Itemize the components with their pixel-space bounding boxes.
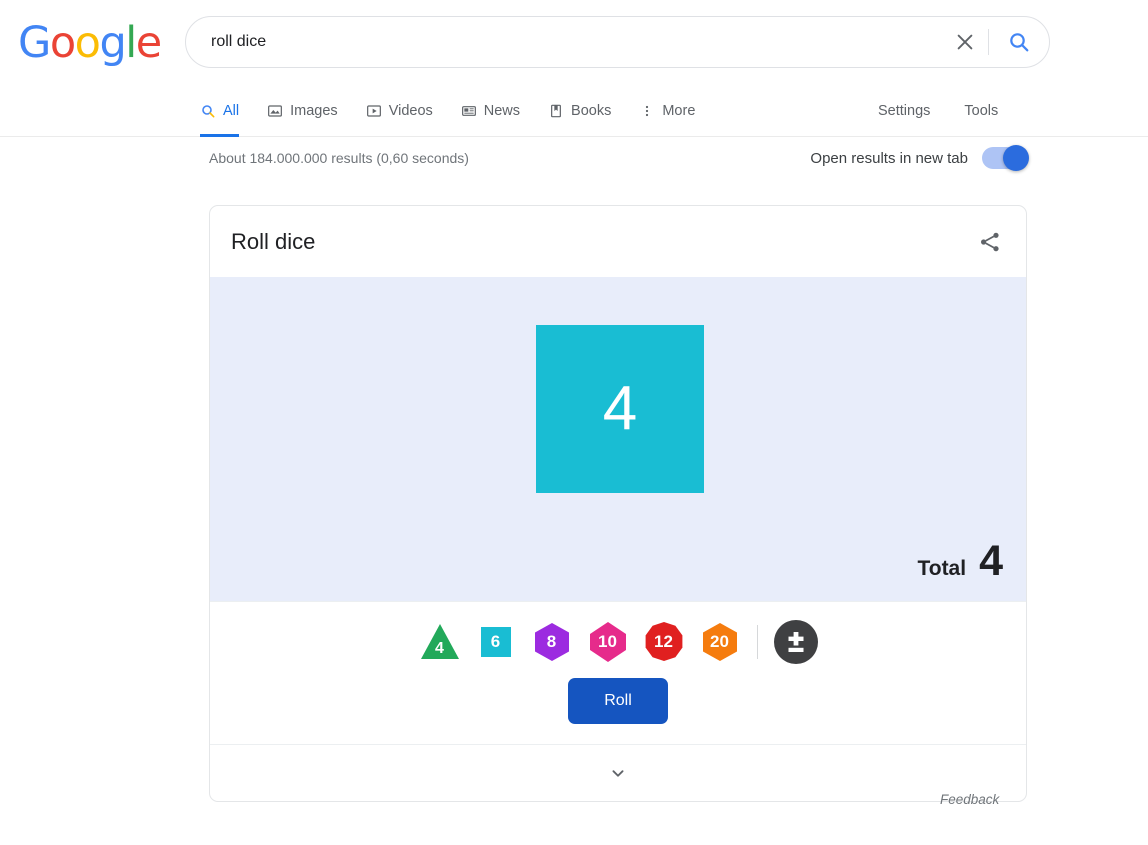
picker-divider	[757, 625, 758, 659]
logo-letter: g	[99, 18, 125, 68]
settings-button[interactable]: Settings	[878, 103, 930, 119]
dice-option-d12[interactable]: 12	[643, 621, 685, 663]
total-display: Total 4	[917, 540, 1003, 583]
dice-option-label: 12	[654, 632, 673, 652]
feedback-link[interactable]: Feedback	[940, 792, 999, 807]
dice-stage: 4 Total 4	[210, 277, 1026, 601]
roll-button-row: Roll	[210, 678, 1026, 724]
results-info-bar: About 184.000.000 results (0,60 seconds)…	[0, 137, 1148, 183]
google-logo[interactable]: Google	[18, 20, 161, 66]
search-nav-bar: All Images Videos	[0, 85, 1148, 137]
search-submit-button[interactable]	[989, 19, 1049, 65]
open-in-new-tab-setting: Open results in new tab	[810, 147, 1028, 169]
search-bar	[185, 16, 1050, 68]
tools-button[interactable]: Tools	[964, 103, 998, 119]
dice-controls: 4 6 8 10	[210, 601, 1026, 744]
logo-letter: o	[75, 18, 100, 68]
tab-label: Videos	[389, 103, 433, 119]
dice-option-d4[interactable]: 4	[419, 621, 461, 663]
tab-books[interactable]: Books	[534, 85, 625, 137]
dice-option-label: 10	[598, 632, 617, 652]
share-button[interactable]	[978, 230, 1002, 254]
rolled-die[interactable]: 4	[536, 325, 704, 493]
search-icon	[1007, 30, 1031, 54]
total-label: Total	[917, 557, 966, 581]
dice-roller-card: Roll dice 4 Total 4 4	[209, 205, 1027, 802]
roll-button[interactable]: Roll	[568, 678, 668, 724]
tab-label: More	[662, 103, 695, 119]
expand-card-button[interactable]	[210, 744, 1026, 801]
open-in-new-tab-label: Open results in new tab	[810, 150, 968, 167]
logo-letter: G	[18, 18, 50, 68]
tab-label: Books	[571, 103, 611, 119]
dice-option-label: 6	[491, 632, 500, 652]
logo-letter: e	[136, 18, 161, 68]
open-in-new-tab-toggle[interactable]	[982, 147, 1028, 169]
tab-label: Images	[290, 103, 338, 119]
dice-option-d8[interactable]: 8	[531, 621, 573, 663]
share-icon	[978, 230, 1002, 254]
tab-all[interactable]: All	[200, 85, 253, 137]
more-vertical-icon	[639, 103, 655, 119]
search-icon	[200, 103, 216, 119]
chevron-down-icon	[607, 762, 629, 784]
nav-right-actions: Settings Tools	[878, 85, 998, 137]
dice-option-d20[interactable]: 20	[699, 621, 741, 663]
page-title: Roll dice	[231, 229, 315, 255]
dice-type-picker: 4 6 8 10	[210, 616, 1026, 668]
logo-letter: l	[125, 18, 135, 68]
rolled-die-value: 4	[603, 378, 637, 440]
book-icon	[548, 103, 564, 119]
clear-search-button[interactable]	[942, 19, 988, 65]
plus-minus-icon	[782, 628, 810, 656]
total-value: 4	[979, 540, 1003, 583]
toggle-knob	[1003, 145, 1029, 171]
close-icon	[954, 31, 976, 53]
tab-news[interactable]: News	[447, 85, 534, 137]
news-icon	[461, 103, 477, 119]
tab-images[interactable]: Images	[253, 85, 352, 137]
dice-option-label: 20	[710, 632, 729, 652]
logo-letter: o	[50, 18, 75, 68]
page-header: Google	[0, 0, 1148, 85]
tab-label: News	[484, 103, 520, 119]
result-count-text: About 184.000.000 results (0,60 seconds)	[209, 150, 469, 166]
image-icon	[267, 103, 283, 119]
video-icon	[366, 103, 382, 119]
search-input[interactable]	[186, 33, 942, 51]
dice-option-d10[interactable]: 10	[587, 621, 629, 663]
nav-tabs: All Images Videos	[200, 85, 709, 137]
tab-videos[interactable]: Videos	[352, 85, 447, 137]
tab-more[interactable]: More	[625, 85, 709, 137]
dice-option-label: 8	[547, 632, 556, 652]
tab-label: All	[223, 103, 239, 119]
dice-card-header: Roll dice	[210, 206, 1026, 277]
dice-option-d6[interactable]: 6	[475, 621, 517, 663]
modifier-button[interactable]	[774, 620, 818, 664]
dice-option-label: 4	[435, 640, 444, 658]
